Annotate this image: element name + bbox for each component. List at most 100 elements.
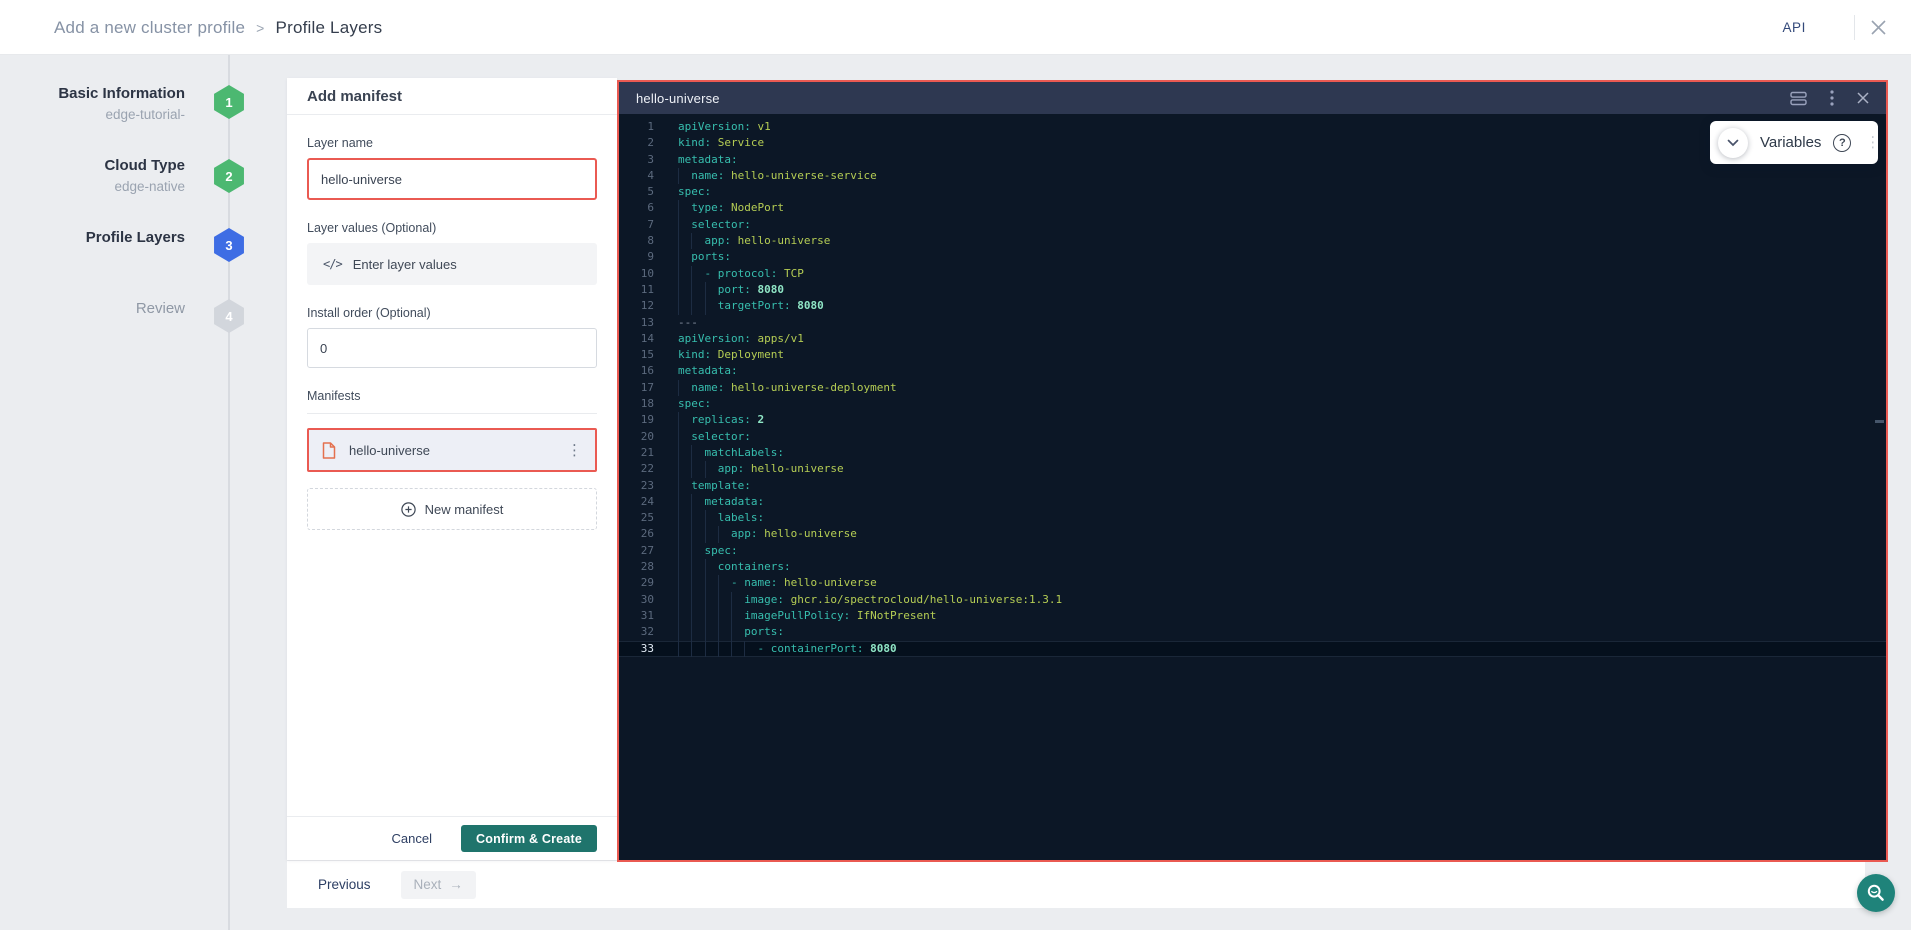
manifest-item-hello-universe[interactable]: hello-universe ⋮ (307, 428, 597, 472)
line-number: 19 (619, 412, 654, 428)
pagination-bar: Previous Next → (287, 860, 1865, 908)
help-chat-button[interactable] (1857, 874, 1895, 912)
code-line: 12 targetPort: 8080 (619, 298, 1886, 314)
code-line: 25 labels: (619, 510, 1886, 526)
step-label: Profile Layers (0, 228, 185, 248)
line-number: 17 (619, 380, 654, 396)
code-line: 13--- (619, 315, 1886, 331)
code-editor[interactable]: 1apiVersion: v12kind: Service3metadata:4… (619, 114, 1886, 860)
code-line: 19 replicas: 2 (619, 412, 1886, 428)
code-line: 11 port: 8080 (619, 282, 1886, 298)
help-icon[interactable]: ? (1833, 134, 1851, 152)
step-label: Basic Information (0, 84, 185, 104)
line-number: 32 (619, 624, 654, 640)
line-number: 15 (619, 347, 654, 363)
line-number: 22 (619, 461, 654, 477)
enter-layer-values-label: Enter layer values (353, 257, 457, 272)
add-manifest-panel: Add manifest Layer name Layer values (Op… (287, 78, 617, 860)
line-number: 27 (619, 543, 654, 559)
code-line: 29 - name: hello-universe (619, 575, 1886, 591)
code-line: 16metadata: (619, 363, 1886, 379)
line-number: 14 (619, 331, 654, 347)
enter-layer-values-button[interactable]: </> Enter layer values (307, 243, 597, 285)
confirm-create-button[interactable]: Confirm & Create (461, 825, 597, 852)
line-number: 21 (619, 445, 654, 461)
breadcrumb: Add a new cluster profile > Profile Laye… (54, 0, 382, 55)
line-number: 23 (619, 478, 654, 494)
code-line: 15kind: Deployment (619, 347, 1886, 363)
line-number: 29 (619, 575, 654, 591)
stepper-step-cloud-type[interactable]: Cloud Type edge-native 2 (0, 156, 260, 197)
line-number: 26 (619, 526, 654, 542)
stepper-step-profile-layers[interactable]: Profile Layers 3 (0, 228, 260, 248)
code-line: 10 - protocol: TCP (619, 266, 1886, 282)
line-number: 13 (619, 315, 654, 331)
editor-close-icon[interactable] (1857, 92, 1869, 104)
code-line: 9 ports: (619, 249, 1886, 265)
line-number: 31 (619, 608, 654, 624)
line-number: 18 (619, 396, 654, 412)
code-line: 27 spec: (619, 543, 1886, 559)
code-line: 6 type: NodePort (619, 200, 1886, 216)
code-icon: </> (323, 257, 342, 271)
code-line: 3metadata: (619, 152, 1886, 168)
code-line: 24 metadata: (619, 494, 1886, 510)
editor-kebab-icon[interactable] (1830, 90, 1834, 106)
code-line: 20 selector: (619, 429, 1886, 445)
code-line: 18spec: (619, 396, 1886, 412)
line-number: 5 (619, 184, 654, 200)
editor-header: hello-universe (619, 82, 1886, 114)
previous-button[interactable]: Previous (318, 877, 371, 892)
next-button[interactable]: Next → (401, 871, 476, 899)
code-line: 2kind: Service (619, 135, 1886, 151)
stepper-step-basic-information[interactable]: Basic Information edge-tutorial- 1 (0, 84, 260, 125)
line-number: 25 (619, 510, 654, 526)
manifests-divider (307, 413, 597, 414)
line-number: 12 (619, 298, 654, 314)
code-line: 7 selector: (619, 217, 1886, 233)
code-line: 21 matchLabels: (619, 445, 1886, 461)
line-number: 16 (619, 363, 654, 379)
install-order-input[interactable] (307, 328, 597, 368)
code-line: 8 app: hello-universe (619, 233, 1886, 249)
line-number: 4 (619, 168, 654, 184)
cancel-button[interactable]: Cancel (392, 831, 432, 846)
line-number: 11 (619, 282, 654, 298)
variables-kebab-icon[interactable]: ⋮ (1863, 135, 1882, 150)
line-number: 30 (619, 592, 654, 608)
code-line: 14apiVersion: apps/v1 (619, 331, 1886, 347)
editor-title: hello-universe (636, 91, 720, 106)
line-number: 28 (619, 559, 654, 575)
step-label: Cloud Type (0, 156, 185, 176)
close-icon[interactable] (1870, 19, 1887, 36)
line-number: 20 (619, 429, 654, 445)
split-view-icon[interactable] (1790, 91, 1807, 106)
variables-label: Variables (1760, 134, 1821, 151)
next-button-label: Next (414, 877, 442, 892)
new-manifest-button[interactable]: New manifest (307, 488, 597, 530)
layer-name-input[interactable] (307, 158, 597, 200)
new-manifest-label: New manifest (425, 502, 504, 517)
manifest-editor: hello-universe 1apiVersion: v12kind: Ser… (617, 80, 1888, 862)
layer-name-label: Layer name (307, 136, 597, 150)
manifest-kebab-icon[interactable]: ⋮ (562, 443, 587, 458)
variables-panel: Variables ? ⋮ (1710, 121, 1878, 164)
code-line: 32 ports: (619, 624, 1886, 640)
code-line: 1apiVersion: v1 (619, 119, 1886, 135)
code-line: 22 app: hello-universe (619, 461, 1886, 477)
layer-values-label: Layer values (Optional) (307, 221, 597, 235)
line-number: 10 (619, 266, 654, 282)
app: { "header": { "breadcrumb_parent": "Add … (0, 0, 1911, 930)
scrollbar-marker[interactable] (1875, 420, 1884, 423)
manifest-item-name: hello-universe (349, 443, 549, 458)
step-badge-4: 4 (212, 299, 246, 333)
manifests-label: Manifests (307, 389, 597, 403)
line-number: 8 (619, 233, 654, 249)
step-label: Review (0, 299, 185, 319)
step-sublabel: edge-native (0, 177, 185, 197)
line-number: 24 (619, 494, 654, 510)
stepper-step-review[interactable]: Review 4 (0, 299, 260, 319)
step-badge-1: 1 (212, 85, 246, 119)
api-button[interactable]: API (1782, 0, 1806, 55)
chevron-down-icon[interactable] (1718, 128, 1748, 158)
